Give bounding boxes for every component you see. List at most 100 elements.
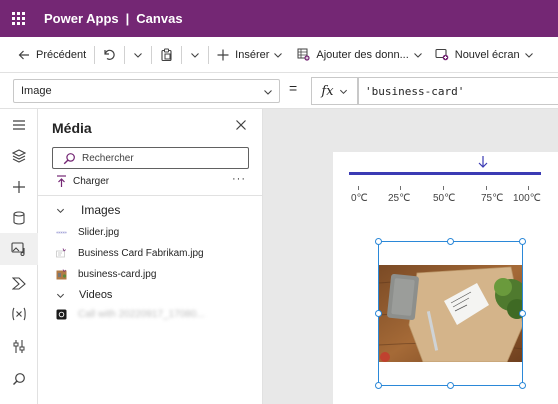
media-search-input[interactable]: Rechercher xyxy=(52,147,249,169)
images-section-label: Images xyxy=(81,203,121,217)
new-screen-label: Nouvel écran xyxy=(454,48,520,61)
divider xyxy=(181,45,183,64)
advanced-tools-button[interactable] xyxy=(0,330,38,362)
chevron-down-icon xyxy=(413,52,422,58)
slider-tick-label: 50℃ xyxy=(433,193,456,204)
document-title: Canvas xyxy=(136,11,183,26)
tree-view-button[interactable] xyxy=(0,140,38,172)
resize-handle[interactable] xyxy=(375,238,382,245)
paste-button[interactable] xyxy=(156,41,177,69)
slider-tick-label: 100℃ xyxy=(513,193,541,204)
menu-button[interactable] xyxy=(0,109,38,141)
resize-handle[interactable] xyxy=(519,310,526,317)
images-section-toggle[interactable]: Images xyxy=(56,203,120,217)
add-data-icon xyxy=(297,48,311,61)
slider-tick xyxy=(400,186,401,190)
resize-handle[interactable] xyxy=(519,382,526,389)
resize-handle[interactable] xyxy=(519,238,526,245)
variables-icon xyxy=(12,307,26,321)
chevron-down-icon xyxy=(56,208,65,213)
chevron-down-icon xyxy=(134,52,143,58)
slider-tick xyxy=(443,186,444,190)
media-item[interactable]: business-card.jpg xyxy=(56,269,156,280)
app-header: Power Apps | Canvas xyxy=(0,0,558,37)
power-automate-button[interactable] xyxy=(0,267,38,299)
layers-icon xyxy=(12,149,26,163)
slider-tick-label: 0℃ xyxy=(351,193,368,204)
undo-button[interactable] xyxy=(99,41,120,69)
chevron-down-icon xyxy=(274,52,283,58)
app-launcher-button[interactable] xyxy=(0,0,36,37)
divider xyxy=(38,195,262,196)
chevron-down-icon xyxy=(56,293,65,298)
back-label: Précédent xyxy=(36,48,87,61)
image-file-icon xyxy=(56,269,67,280)
resize-handle[interactable] xyxy=(447,382,454,389)
undo-icon xyxy=(104,49,115,60)
slider-tick-label: 75℃ xyxy=(481,193,504,204)
close-panel-button[interactable] xyxy=(235,119,247,134)
insert-button[interactable]: Insérer xyxy=(213,41,287,69)
search-rail-button[interactable] xyxy=(0,363,38,395)
property-dropdown[interactable]: Image xyxy=(13,79,280,103)
media-item[interactable]: Call with 20220917_17080... xyxy=(56,309,205,320)
paste-menu-button[interactable] xyxy=(186,41,204,69)
divider xyxy=(124,45,126,64)
selection-frame xyxy=(378,241,523,386)
tools-icon xyxy=(13,339,25,353)
waffle-icon xyxy=(11,12,25,25)
left-rail xyxy=(0,109,38,404)
upload-icon xyxy=(57,175,66,187)
image-file-icon xyxy=(56,231,67,234)
app-name: Power Apps xyxy=(44,11,119,26)
search-icon xyxy=(13,373,25,385)
divider xyxy=(151,45,153,64)
plus-icon xyxy=(217,49,229,60)
command-bar: Précédent Insérer Ajouter des donn... No… xyxy=(0,37,558,73)
videos-section-toggle[interactable]: Videos xyxy=(56,289,112,301)
function-button[interactable]: fx xyxy=(311,77,358,105)
media-panel: Média Rechercher Charger ··· Images Slid… xyxy=(38,109,263,404)
undo-menu-button[interactable] xyxy=(129,41,147,69)
formula-input[interactable]: 'business-card' xyxy=(358,77,558,105)
hamburger-icon xyxy=(13,120,25,130)
chevron-down-icon xyxy=(264,90,272,95)
media-item[interactable]: Business Card Fabrikam.jpg xyxy=(56,248,204,259)
insert-label: Insérer xyxy=(235,48,270,61)
property-value: Image xyxy=(21,85,52,97)
chevron-down-icon xyxy=(524,52,533,58)
image-file-icon xyxy=(56,248,66,258)
media-button[interactable] xyxy=(0,233,38,265)
fx-icon: fx xyxy=(321,83,334,99)
arrow-left-icon xyxy=(18,50,29,59)
more-options-button[interactable]: ··· xyxy=(232,173,246,185)
media-item[interactable]: Slider.jpg xyxy=(56,227,119,238)
media-item-name: Business Card Fabrikam.jpg xyxy=(78,248,204,259)
title-separator: | xyxy=(125,11,130,26)
chevron-down-icon xyxy=(191,52,200,58)
resize-handle[interactable] xyxy=(375,382,382,389)
arrow-down-icon xyxy=(478,156,488,168)
slider-tick-label: 25℃ xyxy=(388,193,411,204)
insert-rail-button[interactable] xyxy=(0,171,38,203)
search-placeholder: Rechercher xyxy=(82,152,134,164)
slider-rail[interactable] xyxy=(349,172,541,175)
resize-handle[interactable] xyxy=(375,310,382,317)
resize-handle[interactable] xyxy=(447,238,454,245)
new-screen-button[interactable]: Nouvel écran xyxy=(431,41,538,69)
equals-sign: = xyxy=(289,80,298,96)
media-item-name: business-card.jpg xyxy=(78,269,157,280)
divider xyxy=(208,45,210,64)
variables-button[interactable] xyxy=(0,298,38,330)
media-item-name: Call with 20220917_17080... xyxy=(78,309,205,320)
add-data-button[interactable]: Ajouter des donn... xyxy=(293,41,426,69)
slider-tick xyxy=(358,186,359,190)
upload-button[interactable]: Charger xyxy=(56,175,109,188)
data-button[interactable] xyxy=(0,202,38,234)
power-automate-icon xyxy=(11,276,26,290)
search-icon xyxy=(63,152,75,164)
back-button[interactable]: Précédent xyxy=(14,41,90,69)
video-file-icon xyxy=(56,309,67,320)
formula-bar: Image = fx 'business-card' xyxy=(0,73,558,109)
panel-title: Média xyxy=(52,120,92,136)
